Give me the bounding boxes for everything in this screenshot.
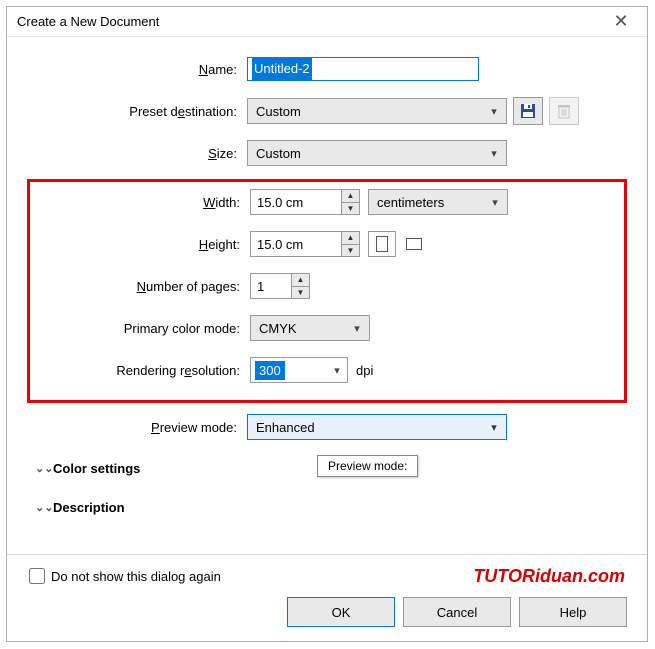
pages-spinner[interactable]: 1 ▲▼: [250, 273, 310, 299]
highlight-box: Width: 15.0 cm ▲▼ centimeters ▾ Height: …: [27, 179, 627, 403]
portrait-icon: [376, 236, 388, 252]
colormode-label: Primary color mode:: [30, 321, 250, 336]
checkbox-input[interactable]: [29, 568, 45, 584]
preview-label: Preview mode:: [27, 420, 247, 435]
resolution-combo[interactable]: 300 ▾: [250, 357, 348, 383]
close-icon[interactable]: ✕: [601, 10, 641, 34]
pages-label: Number of pages:: [30, 279, 250, 294]
height-label: Height:: [30, 237, 250, 252]
spinner-arrows[interactable]: ▲▼: [341, 190, 359, 214]
dialog-title: Create a New Document: [17, 14, 601, 29]
chevron-down-icon: ▾: [349, 322, 365, 335]
ok-button[interactable]: OK: [287, 597, 395, 627]
resolution-unit-label: dpi: [356, 363, 373, 378]
chevron-down-icon: ▾: [486, 147, 502, 160]
expand-icon: ⌄⌄: [35, 462, 53, 475]
dialog-footer: Do not show this dialog again TUTORiduan…: [7, 554, 647, 641]
height-spinner[interactable]: 15.0 cm ▲▼: [250, 231, 360, 257]
width-spinner[interactable]: 15.0 cm ▲▼: [250, 189, 360, 215]
preview-select[interactable]: Enhanced ▾: [247, 414, 507, 440]
preset-label: Preset destination:: [27, 104, 247, 119]
dont-show-checkbox[interactable]: Do not show this dialog again: [25, 565, 473, 587]
chevron-down-icon: ▾: [486, 421, 502, 434]
dont-show-label: Do not show this dialog again: [51, 569, 221, 584]
size-select[interactable]: Custom ▾: [247, 140, 507, 166]
colormode-select[interactable]: CMYK ▾: [250, 315, 370, 341]
chevron-down-icon: ▾: [487, 196, 503, 209]
spinner-arrows[interactable]: ▲▼: [341, 232, 359, 256]
chevron-down-icon: ▾: [486, 105, 502, 118]
landscape-button[interactable]: [406, 238, 422, 250]
tooltip: Preview mode:: [317, 455, 418, 477]
save-icon: [520, 103, 536, 119]
new-document-dialog: Create a New Document ✕ Name: Untitled-2…: [6, 6, 648, 642]
spinner-arrows[interactable]: ▲▼: [291, 274, 309, 298]
resolution-label: Rendering resolution:: [30, 363, 250, 378]
save-preset-button[interactable]: [513, 97, 543, 125]
help-button[interactable]: Help: [519, 597, 627, 627]
preset-select[interactable]: Custom ▾: [247, 98, 507, 124]
description-toggle[interactable]: ⌄⌄ Description: [35, 500, 627, 515]
color-settings-label: Color settings: [53, 461, 140, 476]
name-input[interactable]: Untitled-2: [247, 57, 479, 81]
titlebar: Create a New Document ✕: [7, 7, 647, 37]
chevron-down-icon: ▾: [327, 364, 347, 377]
delete-preset-button: [549, 97, 579, 125]
name-label: Name:: [27, 62, 247, 77]
width-label: Width:: [30, 195, 250, 210]
cancel-button[interactable]: Cancel: [403, 597, 511, 627]
description-label: Description: [53, 500, 125, 515]
trash-icon: [557, 103, 571, 119]
landscape-icon: [406, 238, 422, 250]
expand-icon: ⌄⌄: [35, 501, 53, 514]
portrait-button[interactable]: [368, 231, 396, 257]
watermark: TUTORiduan.com: [473, 566, 625, 587]
units-select[interactable]: centimeters ▾: [368, 189, 508, 215]
size-label: Size:: [27, 146, 247, 161]
